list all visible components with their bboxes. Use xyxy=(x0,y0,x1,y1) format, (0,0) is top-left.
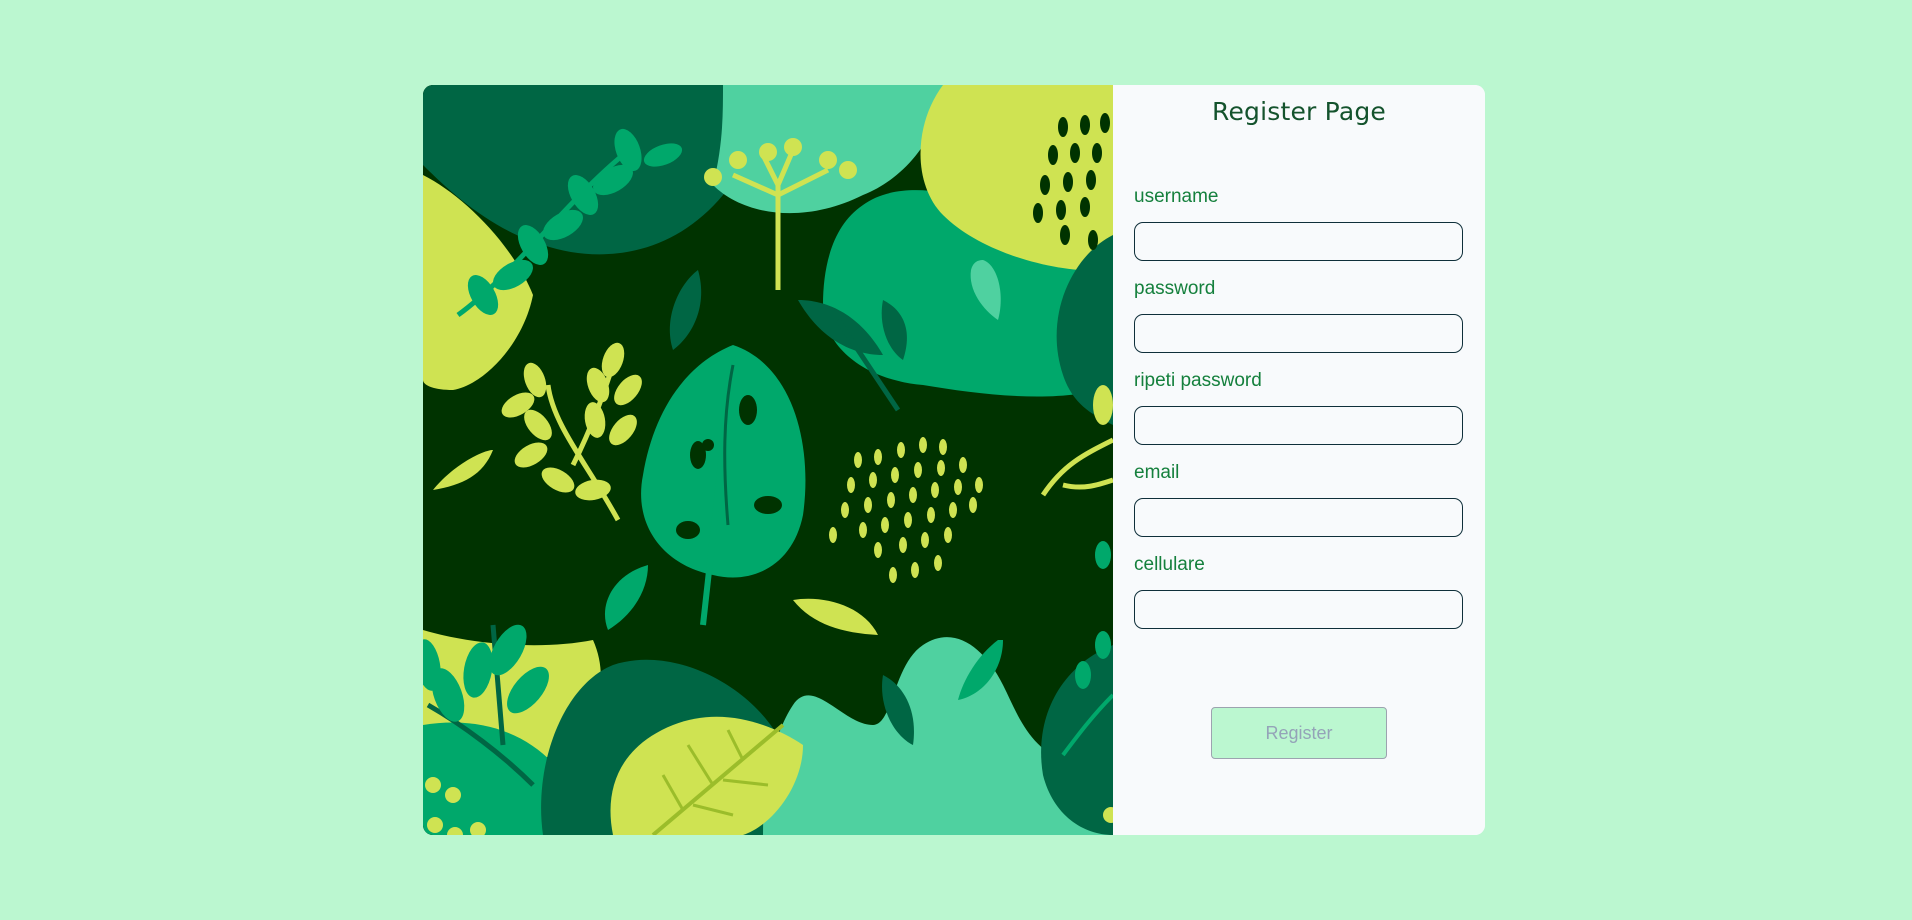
username-label: username xyxy=(1134,186,1219,207)
phone-input[interactable] xyxy=(1134,590,1463,629)
repeat-password-input[interactable] xyxy=(1134,406,1463,445)
register-button[interactable]: Register xyxy=(1211,707,1387,759)
password-input[interactable] xyxy=(1134,314,1463,353)
phone-label: cellulare xyxy=(1134,554,1205,575)
page-title: Register Page xyxy=(1212,97,1386,126)
password-label: password xyxy=(1134,278,1216,299)
tropical-leaves-icon xyxy=(423,85,1113,835)
leaf-illustration xyxy=(423,85,1113,835)
email-label: email xyxy=(1134,462,1180,483)
register-card: Register Page username password ripeti p… xyxy=(423,85,1485,835)
repeat-password-label: ripeti password xyxy=(1134,370,1262,391)
username-input[interactable] xyxy=(1134,222,1463,261)
email-input[interactable] xyxy=(1134,498,1463,537)
register-form: Register Page username password ripeti p… xyxy=(1113,85,1485,835)
